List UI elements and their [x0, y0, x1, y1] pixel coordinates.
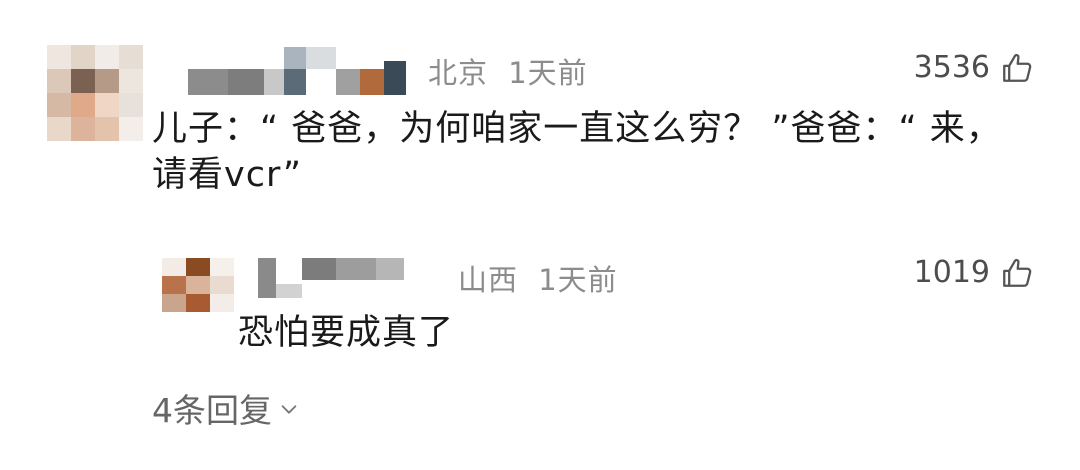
comment-username[interactable]: [188, 47, 410, 95]
mosaic-block: [384, 61, 406, 95]
mosaic-block: [95, 69, 119, 93]
mosaic-block: [306, 47, 336, 69]
comment-avatar[interactable]: [47, 45, 143, 141]
thumb-up-icon[interactable]: [1000, 51, 1034, 85]
mosaic-block: [210, 294, 234, 312]
reply-username[interactable]: [258, 258, 404, 298]
mosaic-block: [336, 258, 376, 280]
mosaic-block: [302, 258, 336, 280]
comment-like-button[interactable]: 3536: [914, 50, 1034, 85]
mosaic-block: [210, 276, 234, 294]
mosaic-block: [336, 69, 360, 95]
mosaic-block: [47, 117, 71, 141]
more-replies-link[interactable]: 4条回复: [152, 384, 300, 432]
mosaic-block: [47, 69, 71, 93]
mosaic-block: [284, 47, 306, 69]
comment-text-line-2: 请看vcr”: [152, 155, 302, 195]
mosaic-block: [228, 69, 264, 95]
mosaic-block: [47, 45, 71, 69]
more-replies-label: 4条回复: [152, 391, 272, 430]
mosaic-block: [95, 45, 119, 69]
mosaic-block: [376, 258, 404, 280]
mosaic-block: [162, 294, 186, 312]
thumb-up-icon[interactable]: [1000, 256, 1034, 290]
reply-meta: 山西 1天前: [458, 257, 618, 299]
reply-like-button[interactable]: 1019: [914, 255, 1034, 290]
chevron-down-icon: [278, 389, 300, 428]
mosaic-block: [284, 69, 306, 95]
reply-avatar[interactable]: [162, 258, 234, 312]
mosaic-block: [71, 45, 95, 69]
mosaic-block: [188, 69, 228, 95]
comment-text-line-1: 儿子：“ 爸爸，为何咱家一直这么穷？ ”爸爸：“ 来，: [152, 109, 1002, 149]
mosaic-block: [119, 93, 143, 117]
mosaic-block: [71, 93, 95, 117]
mosaic-block: [47, 93, 71, 117]
comment-location: 北京: [428, 56, 489, 90]
comment-time: 1天前: [508, 56, 588, 90]
mosaic-block: [360, 69, 384, 95]
mosaic-block: [71, 69, 95, 93]
mosaic-block: [210, 258, 234, 276]
comment-meta: 北京 1天前: [428, 50, 588, 92]
mosaic-block: [264, 69, 284, 95]
mosaic-block: [71, 117, 95, 141]
reply-time: 1天前: [538, 263, 618, 297]
mosaic-block: [276, 284, 302, 298]
reply-text: 恐怕要成真了: [238, 313, 455, 353]
comment-text: 儿子：“ 爸爸，为何咱家一直这么穷？ ”爸爸：“ 来， 请看vcr”: [152, 106, 1002, 198]
mosaic-block: [119, 69, 143, 93]
mosaic-block: [119, 45, 143, 69]
mosaic-block: [162, 258, 186, 276]
mosaic-block: [186, 276, 210, 294]
mosaic-block: [119, 117, 143, 141]
comment-like-count: 3536: [913, 50, 990, 85]
mosaic-block: [186, 258, 210, 276]
reply-location: 山西: [458, 263, 519, 297]
mosaic-block: [258, 258, 276, 298]
reply-like-count: 1019: [913, 255, 990, 290]
mosaic-block: [186, 294, 210, 312]
mosaic-block: [95, 117, 119, 141]
mosaic-block: [162, 276, 186, 294]
mosaic-block: [95, 93, 119, 117]
